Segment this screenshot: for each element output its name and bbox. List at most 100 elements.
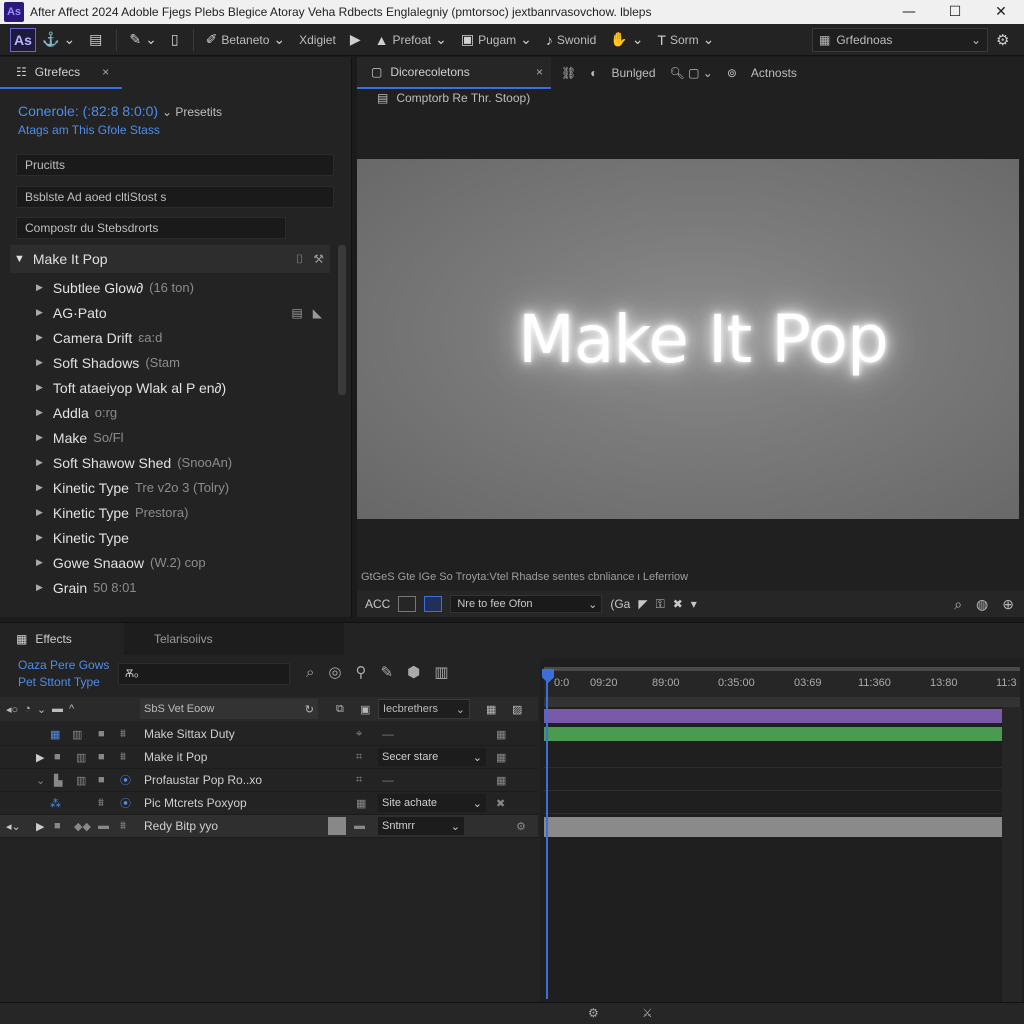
toolbar-item-2[interactable]: Xdigiet: [299, 33, 336, 47]
column-name[interactable]: SbS Vet Eoow ↻: [140, 699, 318, 719]
grid-icon[interactable]: ▦: [486, 703, 496, 716]
pin-icon[interactable]: ⌖: [356, 728, 362, 741]
composition-viewer[interactable]: Make It Pop: [357, 159, 1019, 519]
render-icon[interactable]: ⚙: [588, 1006, 599, 1020]
work-area-bar[interactable]: [544, 697, 1020, 707]
color-icon[interactable]: ◍: [976, 596, 988, 613]
lock-icon[interactable]: ⚿: [656, 597, 665, 612]
region-toggle[interactable]: [398, 596, 417, 612]
zoom-icon[interactable]: ⊕: [1002, 596, 1014, 613]
keyframe-icon[interactable]: ✎: [381, 663, 394, 681]
caret-up-icon[interactable]: ^: [69, 703, 74, 715]
grid-icon[interactable]: ▦: [356, 797, 366, 810]
settings-icon[interactable]: ⚙: [516, 820, 526, 833]
list-item[interactable]: ▶ Kinetic Type: [0, 525, 330, 550]
table-row[interactable]: ⁂ ⩩ ⦿ Pic Mtcrets Poxyop ▦ Site achate ⌄ …: [0, 792, 538, 815]
heading-line[interactable]: Pet Sttont Type: [18, 674, 109, 691]
search-icon[interactable]: ⌕: [306, 663, 314, 681]
file-icon[interactable]: ◣: [313, 306, 322, 320]
footer-extra[interactable]: (Ga: [610, 597, 630, 611]
list-item[interactable]: ▶ Grain 50 8:01: [0, 575, 330, 600]
breadcrumb[interactable]: ▤ Comptorb Re Thr. Stoop): [377, 91, 530, 105]
layer-bar-grey[interactable]: [544, 817, 1002, 837]
triangle-right-icon[interactable]: ▶: [36, 820, 44, 833]
link-icon[interactable]: ⛓: [561, 66, 576, 80]
blend-mode-select[interactable]: Secer stare ⌄: [378, 748, 486, 766]
workspace-dropdown[interactable]: ▦ Grfednoas ⌄: [812, 28, 988, 52]
toolbar-item-5[interactable]: ♪ Swonid: [546, 32, 596, 48]
compositor-field[interactable]: Compostr du Stebsdrorts: [16, 217, 286, 239]
grid-toggle[interactable]: [424, 596, 443, 612]
trash-icon[interactable]: ▥: [434, 663, 448, 681]
list-item[interactable]: ▶ Soft Shawow Shed (SnooAn): [0, 450, 330, 475]
cross-icon[interactable]: ⚔: [642, 1006, 653, 1020]
graph-icon[interactable]: ⚲: [356, 663, 367, 681]
label-color-icon[interactable]: ▦: [50, 728, 60, 741]
cross-icon[interactable]: ✖: [496, 797, 505, 810]
list-item[interactable]: ▶ Subtlee Glow∂ (16 ton): [0, 275, 330, 300]
resolution-select[interactable]: Nre to fee Ofon ⌄: [450, 595, 603, 613]
mode-dropdown[interactable]: Iecbrethers ⌄: [378, 699, 470, 719]
search-input[interactable]: Ѫₒ: [118, 663, 290, 685]
list-item[interactable]: ▶ Camera Drift ɛa:d: [0, 325, 330, 350]
tab-composition[interactable]: ▢ Dicorecoletons ×: [357, 57, 551, 89]
camera-icon[interactable]: ◤: [638, 597, 647, 611]
layers-icon[interactable]: ▨: [512, 703, 522, 716]
effects-subheading[interactable]: Atags am This Gfole Stass: [18, 123, 160, 137]
audio-icon[interactable]: ◔: [24, 703, 31, 715]
view-icon[interactable]: ⊚: [727, 66, 737, 80]
grid-icon[interactable]: ▦: [496, 751, 506, 764]
switch-icon[interactable]: ▬: [52, 703, 63, 715]
toolbar-item-4[interactable]: ▣ Pugam ⌄: [461, 31, 532, 48]
chevron-icon[interactable]: ⌄: [36, 774, 45, 787]
list-item[interactable]: ▶ Make So/Fl: [0, 425, 330, 450]
eye-icon[interactable]: ◂○: [6, 703, 18, 716]
heading-line[interactable]: Oaza Pere Gows: [18, 657, 109, 674]
list-item[interactable]: ▶ Addla o:rg: [0, 400, 330, 425]
effect-icon[interactable]: ⌗: [356, 751, 362, 764]
wand-icon[interactable]: ⚒: [313, 252, 324, 267]
filter-field[interactable]: Bsblste Ad aoed cltiStost s: [16, 186, 334, 208]
triangle-right-icon[interactable]: ▶: [36, 751, 44, 764]
table-row[interactable]: ▦ ▥ ■ ⩩ Make Sittax Duty ⌖ — ▦: [0, 723, 538, 746]
table-row[interactable]: ⌄ ▙ ▥ ■ ⦿ Profaustar Pop Ro..xo ⌗ — ▦: [0, 769, 538, 792]
close-icon[interactable]: ×: [536, 65, 543, 79]
blend-mode-select[interactable]: Site achate ⌄: [378, 794, 486, 812]
label-color-icon[interactable]: ⁂: [50, 797, 61, 810]
grid-icon[interactable]: ▦: [496, 774, 506, 787]
list-item[interactable]: ▶ Soft Shadows (Stam: [0, 350, 330, 375]
tab-timeline-effects[interactable]: ▦ Effects: [0, 623, 72, 655]
chevron-down-icon[interactable]: ▾: [691, 597, 697, 611]
toolbar-item-1[interactable]: ✐ Betaneto ⌄: [206, 31, 286, 48]
panel-tool[interactable]: ▤: [89, 31, 102, 48]
maximize-button[interactable]: ☐: [932, 0, 978, 24]
search-icon[interactable]: ⌕: [954, 596, 962, 613]
list-item[interactable]: ▶ Toft ataeiyop Wlak al P en∂): [0, 375, 330, 400]
toolbar-item-6[interactable]: T Sorm ⌄: [657, 31, 714, 48]
motion-blur-icon[interactable]: ◎: [328, 663, 341, 681]
close-button[interactable]: ✕: [978, 0, 1024, 24]
folder-icon[interactable]: ▤: [291, 306, 302, 320]
effects-heading[interactable]: Conerole: (:82:8 8:0:0) ⌄ Presetits: [18, 103, 222, 119]
color-swatch[interactable]: [328, 817, 346, 835]
effect-icon[interactable]: ⌗: [356, 774, 362, 787]
group-make-it-pop[interactable]: ▼ Make It Pop ⌷ ⚒: [10, 245, 330, 273]
timeline-tracks[interactable]: 0:0 09:20 89:00 0:35:00 03:69 11:360 13:…: [540, 659, 1024, 1007]
lock-icon[interactable]: ⌷: [296, 252, 303, 267]
zoom-label[interactable]: ACC: [365, 597, 390, 611]
cube-icon[interactable]: ⬢: [407, 663, 420, 681]
chevron-left-icon[interactable]: ◂⌄: [6, 820, 21, 833]
cross-icon[interactable]: ✖: [673, 597, 683, 611]
table-row[interactable]: ◂⌄ ▶ ■ ◆◆ ▬ ⩩ Redy Bitp yyo ▬ Sntmrr ⌄ ⚙: [0, 815, 538, 838]
anchor-tool[interactable]: ⚓ ⌄: [42, 31, 75, 48]
grid-icon[interactable]: ▦: [496, 728, 506, 741]
time-ruler[interactable]: 0:0 09:20 89:00 0:35:00 03:69 11:360 13:…: [544, 667, 1020, 697]
scrollbar[interactable]: [338, 245, 346, 395]
tool-label[interactable]: Bunlged: [611, 66, 655, 80]
chevron-down-icon[interactable]: ⌄: [37, 703, 46, 716]
minimize-button[interactable]: —: [886, 0, 932, 24]
tab-effects[interactable]: ☷ Gtrefecs ×: [0, 57, 122, 89]
list-item[interactable]: ▶ AG·Pato ▤ ◣: [0, 300, 330, 325]
switches-icon[interactable]: ⧉: [336, 703, 344, 716]
tool-label[interactable]: Actnosts: [751, 66, 797, 80]
